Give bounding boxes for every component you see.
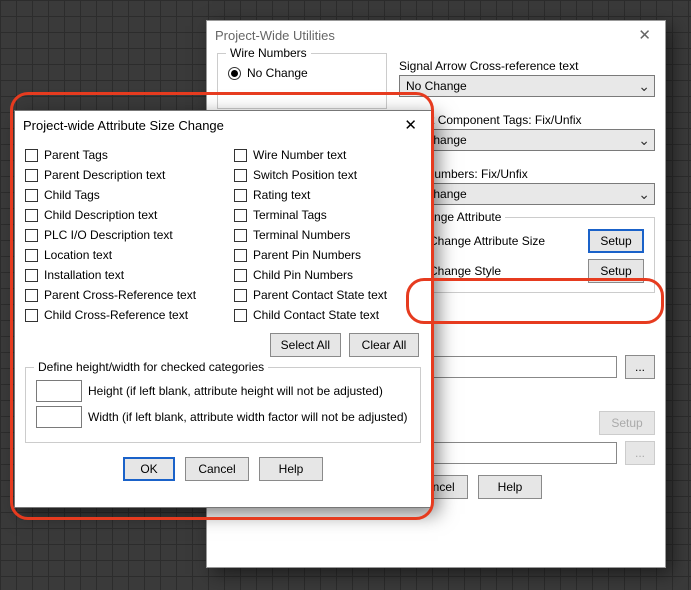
checkbox-child-tags[interactable] <box>25 189 38 202</box>
checkbox-parent-pin[interactable] <box>234 249 247 262</box>
help-button[interactable]: Help <box>259 457 323 481</box>
checkbox-switch-position[interactable] <box>234 169 247 182</box>
checkbox-plc-io[interactable] <box>25 229 38 242</box>
radio-no-change[interactable] <box>228 67 241 80</box>
cancel-button[interactable]: Cancel <box>185 457 249 481</box>
label-wire-number: Wire Number text <box>253 148 346 162</box>
wire-numbers-group: Wire Numbers No Change <box>217 53 387 109</box>
checkbox-rating[interactable] <box>234 189 247 202</box>
checkbox-parent-tags[interactable] <box>25 149 38 162</box>
label-terminal-tags: Terminal Tags <box>253 208 327 222</box>
browse-button-1[interactable]: ... <box>625 355 655 379</box>
label-child-xref: Child Cross-Reference text <box>44 308 188 322</box>
item-numbers-dropdown[interactable]: No Change <box>399 183 655 205</box>
checkbox-parent-xref[interactable] <box>25 289 38 302</box>
label-installation: Installation text <box>44 268 124 282</box>
titlebar[interactable]: Project-Wide Utilities ✕ <box>207 21 665 49</box>
close-icon[interactable]: ✕ <box>632 26 657 44</box>
select-all-button[interactable]: Select All <box>270 333 341 357</box>
signal-arrow-label: Signal Arrow Cross-reference text <box>399 59 655 73</box>
radio-no-change-label: No Change <box>247 66 308 80</box>
label-parent-tags: Parent Tags <box>44 148 108 162</box>
attribute-size-change-dialog: Project-wide Attribute Size Change ✕ Par… <box>14 110 432 508</box>
label-plc-io: PLC I/O Description text <box>44 228 173 242</box>
label-child-pin: Child Pin Numbers <box>253 268 353 282</box>
checkbox-installation[interactable] <box>25 269 38 282</box>
height-hint: Height (if left blank, attribute height … <box>88 384 383 398</box>
width-hint: Width (if left blank, attribute width fa… <box>88 410 407 424</box>
parent-tags-label: Parent Component Tags: Fix/Unfix <box>399 113 655 127</box>
height-input[interactable] <box>36 380 82 402</box>
clear-all-button[interactable]: Clear All <box>349 333 419 357</box>
label-terminal-numbers: Terminal Numbers <box>253 228 350 242</box>
checkbox-child-description[interactable] <box>25 209 38 222</box>
checkbox-parent-description[interactable] <box>25 169 38 182</box>
dialog-title: Project-Wide Utilities <box>215 28 335 43</box>
label-rating: Rating text <box>253 188 310 202</box>
dialog-title: Project-wide Attribute Size Change <box>23 118 224 133</box>
label-parent-xref: Parent Cross-Reference text <box>44 288 196 302</box>
label-parent-pin: Parent Pin Numbers <box>253 248 361 262</box>
label-parent-description: Parent Description text <box>44 168 165 182</box>
define-height-width-group: Define height/width for checked categori… <box>25 367 421 443</box>
change-style-label: Change Style <box>429 264 501 278</box>
label-child-tags: Child Tags <box>44 188 100 202</box>
help-button[interactable]: Help <box>478 475 542 499</box>
change-attribute-size-label: Change Attribute Size <box>429 234 545 248</box>
checkbox-terminal-numbers[interactable] <box>234 229 247 242</box>
checkbox-terminal-tags[interactable] <box>234 209 247 222</box>
close-icon[interactable]: ✕ <box>398 116 423 134</box>
label-location: Location text <box>44 248 112 262</box>
checkbox-child-pin[interactable] <box>234 269 247 282</box>
setup-disabled-button: Setup <box>599 411 655 435</box>
checkbox-child-contact[interactable] <box>234 309 247 322</box>
label-parent-contact: Parent Contact State text <box>253 288 387 302</box>
group-title: Define height/width for checked categori… <box>34 360 268 374</box>
titlebar[interactable]: Project-wide Attribute Size Change ✕ <box>15 111 431 139</box>
checkbox-child-xref[interactable] <box>25 309 38 322</box>
ok-button[interactable]: OK <box>123 457 175 481</box>
checkbox-location[interactable] <box>25 249 38 262</box>
change-attribute-group: Change Attribute Change Attribute Size S… <box>399 217 655 293</box>
width-input[interactable] <box>36 406 82 428</box>
group-title: Wire Numbers <box>226 46 311 60</box>
setup-change-style-button[interactable]: Setup <box>588 259 644 283</box>
browse-button-2: ... <box>625 441 655 465</box>
label-child-contact: Child Contact State text <box>253 308 379 322</box>
label-switch-position: Switch Position text <box>253 168 357 182</box>
checkbox-wire-number[interactable] <box>234 149 247 162</box>
signal-arrow-dropdown[interactable]: No Change <box>399 75 655 97</box>
checkbox-parent-contact[interactable] <box>234 289 247 302</box>
parent-tags-dropdown[interactable]: No Change <box>399 129 655 151</box>
item-numbers-label: Item Numbers: Fix/Unfix <box>399 167 655 181</box>
label-child-description: Child Description text <box>44 208 157 222</box>
setup-attribute-size-button[interactable]: Setup <box>588 229 644 253</box>
